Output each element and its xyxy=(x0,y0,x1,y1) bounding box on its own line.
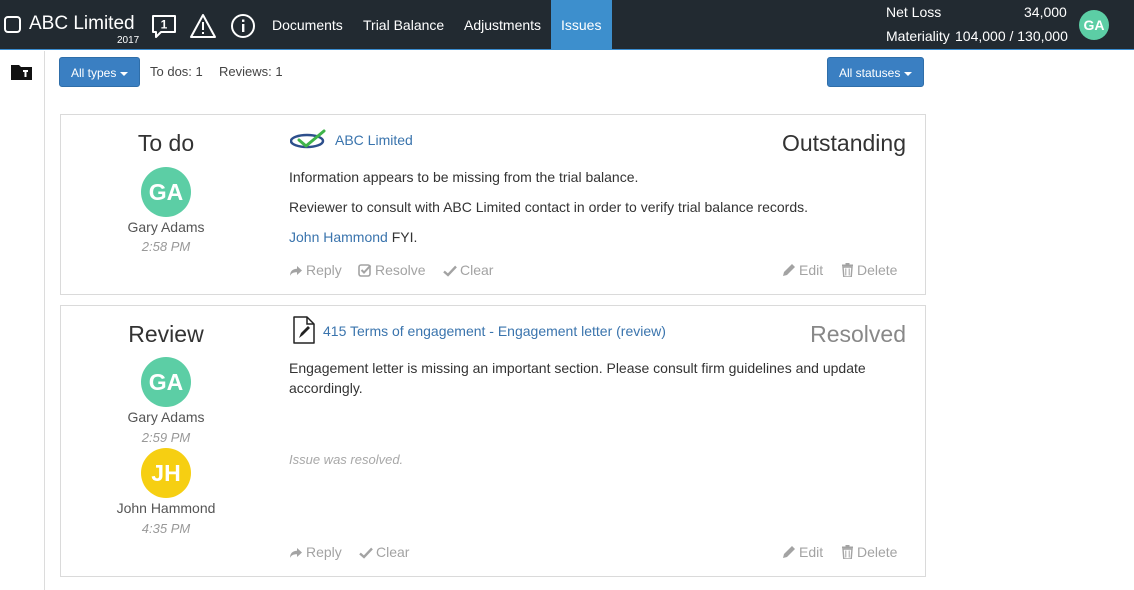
materiality-value: 104,000 / 130,000 xyxy=(955,28,1068,44)
net-loss-label: Net Loss xyxy=(886,4,942,20)
check-icon xyxy=(443,265,457,277)
user-avatar[interactable]: GA xyxy=(1079,10,1109,40)
nav-adjustments[interactable]: Adjustments xyxy=(454,0,551,50)
clear-button[interactable]: Clear xyxy=(443,262,493,278)
type-filter-label: All types xyxy=(71,66,117,80)
trash-icon xyxy=(842,263,853,278)
author-name: Gary Adams xyxy=(127,219,205,235)
warning-icon[interactable] xyxy=(189,12,217,40)
status-filter-label: All statuses xyxy=(839,66,901,80)
chevron-down-icon xyxy=(120,71,129,76)
resolution-note: Issue was resolved. xyxy=(289,452,404,467)
resolve-icon xyxy=(358,264,372,277)
reply-button[interactable]: Reply xyxy=(289,262,342,278)
mention-link[interactable]: John Hammond xyxy=(289,229,388,245)
year-label: 2017 xyxy=(117,35,140,46)
mention-suffix: FYI. xyxy=(387,229,418,245)
materiality-label: Materiality xyxy=(886,28,950,44)
notification-count: 1 xyxy=(161,18,168,32)
issue-type: To do xyxy=(137,130,195,156)
reply-button[interactable]: Reply xyxy=(289,544,342,560)
issue-card: Review GA Gary Adams 2:59 PM JH John Ham… xyxy=(60,305,926,577)
author-time: 4:35 PM xyxy=(141,521,191,536)
company-logo-icon xyxy=(289,129,328,151)
company-name: ABC Limited xyxy=(29,13,135,34)
review-count: Reviews: 1 xyxy=(219,64,283,79)
issue-link[interactable]: ABC Limited xyxy=(335,132,413,148)
document-edit-icon xyxy=(293,316,315,344)
issue-text: Information appears to be missing from t… xyxy=(289,169,639,185)
author-time: 2:59 PM xyxy=(141,430,191,445)
clear-button[interactable]: Clear xyxy=(359,544,409,560)
issue-status: Outstanding xyxy=(781,130,906,156)
edit-button[interactable]: Edit xyxy=(782,262,823,278)
issue-text: Reviewer to consult with ABC Limited con… xyxy=(289,199,809,215)
company-checkbox-icon xyxy=(4,16,21,33)
avatar: GA xyxy=(141,357,191,407)
trash-icon xyxy=(842,545,853,560)
issue-link[interactable]: 415 Terms of engagement - Engagement let… xyxy=(323,323,666,339)
avatar: GA xyxy=(141,167,191,217)
todo-count: To dos: 1 xyxy=(150,64,203,79)
author-name: John Hammond xyxy=(116,500,216,516)
edit-button[interactable]: Edit xyxy=(782,544,823,560)
issue-status: Resolved xyxy=(810,321,906,347)
nav-issues[interactable]: Issues xyxy=(551,0,612,50)
issue-card: To do GA Gary Adams 2:58 PM ABC Limited … xyxy=(60,114,926,295)
delete-button[interactable]: Delete xyxy=(841,262,897,278)
pencil-icon xyxy=(783,546,795,558)
issue-mention-line: John Hammond FYI. xyxy=(289,227,889,247)
check-icon xyxy=(359,547,373,559)
pinned-folder-icon[interactable] xyxy=(11,63,33,81)
comments-icon[interactable]: 1 xyxy=(150,12,178,40)
left-sidebar xyxy=(0,51,45,590)
issue-text: Engagement letter is missing an importan… xyxy=(289,360,866,396)
avatar: JH xyxy=(141,448,191,498)
reply-icon xyxy=(290,548,302,558)
delete-button[interactable]: Delete xyxy=(841,544,897,560)
author-time: 2:58 PM xyxy=(141,239,191,254)
type-filter-dropdown[interactable]: All types xyxy=(59,57,141,87)
top-navbar: ABC Limited 2017 1 Documents Trial Balan… xyxy=(0,0,1134,50)
nav-documents[interactable]: Documents xyxy=(262,0,353,50)
info-icon[interactable] xyxy=(229,12,257,40)
issue-type: Review xyxy=(128,321,204,347)
resolve-button[interactable]: Resolve xyxy=(358,262,426,278)
net-loss-value: 34,000 xyxy=(1024,4,1067,20)
chevron-down-icon xyxy=(904,71,913,76)
status-filter-dropdown[interactable]: All statuses xyxy=(827,57,925,87)
reply-icon xyxy=(290,266,302,276)
author-name: Gary Adams xyxy=(127,409,205,425)
nav-trial-balance[interactable]: Trial Balance xyxy=(353,0,454,50)
pencil-icon xyxy=(783,264,795,276)
